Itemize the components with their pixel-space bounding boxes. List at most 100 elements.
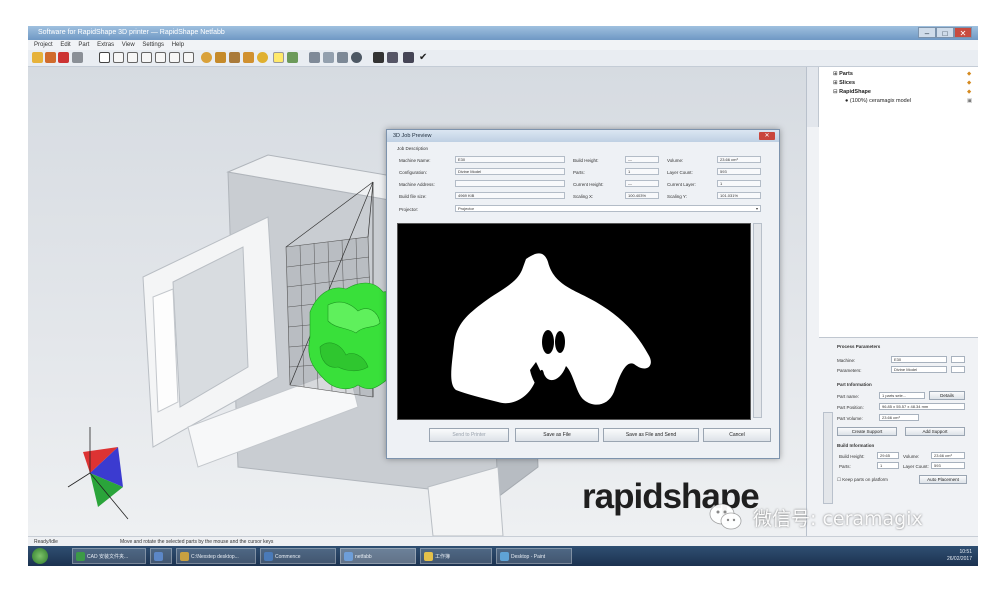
machine-label: Machine: (837, 358, 856, 363)
move-icon[interactable] (215, 52, 226, 63)
slice-icon[interactable] (387, 52, 398, 63)
menu-view[interactable]: View (122, 42, 135, 48)
highlight-tool-icon[interactable] (273, 52, 284, 63)
details-button[interactable]: Details (929, 391, 965, 400)
taskbar-item-workbook[interactable]: 工作簿 (420, 548, 492, 564)
machine-select[interactable]: E30 (891, 356, 947, 363)
view-top-icon[interactable] (169, 52, 180, 63)
current-height-field: — (625, 180, 659, 187)
send-to-printer-button[interactable]: Send to Printer (429, 428, 509, 442)
paint-icon (500, 552, 509, 561)
scaling-x-value: 100.403% (628, 193, 647, 198)
menu-part[interactable]: Part (78, 42, 89, 48)
scaling-y-value: 101.031% (720, 193, 739, 198)
build-file-size-label: Build file size: (399, 194, 427, 199)
netfabb-icon (344, 552, 353, 561)
view-left-icon[interactable] (141, 52, 152, 63)
parts-value: 1 (880, 463, 883, 468)
cancel-button[interactable]: Cancel (703, 428, 771, 442)
clock-time: 10:51 (959, 549, 972, 555)
scale-icon[interactable] (229, 52, 240, 63)
system-tray-clock[interactable]: 10:51 26/02/2017 (947, 549, 972, 563)
checkmark-icon[interactable]: ✔ (419, 52, 430, 63)
taskbar-item-paint[interactable]: Desktop - Paint (496, 548, 572, 564)
tree-parts[interactable]: ⊞ Parts (833, 71, 853, 77)
zoom-icon[interactable] (257, 52, 268, 63)
settings-icon[interactable] (72, 52, 83, 63)
part-volume-label: Part Volume: (837, 416, 863, 421)
layer-count-field: 593 (931, 462, 965, 469)
part-name-field[interactable]: 1 parts sele... (879, 392, 925, 399)
slices-status-icon: ◆ (967, 80, 972, 86)
open-project-icon[interactable] (45, 52, 56, 63)
tree-machine[interactable]: ⊟ RapidShape (833, 89, 871, 95)
tree-model[interactable]: ● (100%) ceramagix model (845, 98, 911, 104)
params-edit-button[interactable] (951, 366, 965, 373)
view-back-icon[interactable] (127, 52, 138, 63)
mirror-icon[interactable] (243, 52, 254, 63)
tree-slices[interactable]: ⊞ Slices (833, 80, 855, 86)
slice-hole-left (542, 330, 554, 354)
cut-icon[interactable] (309, 52, 320, 63)
print-icon[interactable] (403, 52, 414, 63)
watermark-text: 微信号: ceramagix (753, 508, 923, 530)
view-right-icon[interactable] (155, 52, 166, 63)
dialog-parts-value: 1 (628, 169, 631, 174)
part-position-value: 96.85 x 55.57 x 48.34 mm (882, 404, 929, 409)
new-project-icon[interactable] (32, 52, 43, 63)
slice-preview-image (451, 253, 651, 405)
menu-edit[interactable]: Edit (60, 42, 70, 48)
mesh-icon[interactable] (323, 52, 334, 63)
params-select-value: Divine Model (894, 367, 918, 372)
select-tool-icon[interactable] (99, 52, 110, 63)
add-support-button[interactable]: Add Support (905, 427, 965, 436)
taskbar-item-commence[interactable]: Commence (260, 548, 336, 564)
dialog-close-button[interactable]: ✕ (759, 132, 775, 140)
taskbar-item-netfabb-label: netfabb (355, 554, 372, 560)
view-front-icon[interactable] (113, 52, 124, 63)
taskbar-item-nexstep-label: C:\Nexstep desktop... (191, 554, 239, 560)
taskbar-item-commence-label: Commence (275, 554, 301, 560)
save-as-file-button[interactable]: Save as File (515, 428, 599, 442)
taskbar-item-cad[interactable]: CAD 安装文件夹... (72, 548, 146, 564)
menu-settings[interactable]: Settings (142, 42, 164, 48)
shading-icon[interactable] (351, 52, 362, 63)
close-window-button[interactable]: ✕ (954, 27, 972, 38)
keep-parts-checkbox[interactable]: ☐ Keep parts on platform (837, 477, 888, 483)
add-part-icon[interactable] (58, 52, 69, 63)
view-bottom-icon[interactable] (183, 52, 194, 63)
dialog-layer-count-label: Layer Count: (667, 170, 693, 175)
machine-edit-button[interactable] (951, 356, 965, 363)
taskbar-item-explorer[interactable] (150, 548, 172, 564)
auto-placement-button[interactable]: Auto Placement (919, 475, 967, 484)
maximize-button[interactable]: □ (936, 27, 954, 38)
printer-door-handle (152, 288, 179, 413)
preview-scrollbar[interactable] (753, 223, 762, 418)
measure-icon[interactable] (287, 52, 298, 63)
window-titlebar: Software for RapidShape 3D printer — Rap… (28, 26, 978, 40)
slice-preview[interactable] (397, 223, 751, 420)
menu-project[interactable]: Project (34, 42, 53, 48)
params-select[interactable]: Divine Model (891, 366, 947, 373)
taskbar-item-netfabb[interactable]: netfabb (340, 548, 416, 564)
save-and-send-button[interactable]: Save as File and Send (603, 428, 699, 442)
minimize-button[interactable]: – (918, 27, 936, 38)
part-volume-value: 23.66 cm³ (882, 415, 900, 420)
build-height-label: Build Height: (839, 454, 865, 459)
menu-extras[interactable]: Extras (97, 42, 114, 48)
machine-name-field: E30 (455, 156, 565, 163)
machine-select-value: E30 (894, 357, 902, 362)
analysis-icon[interactable] (337, 52, 348, 63)
panel-side-tab[interactable] (807, 67, 819, 127)
start-button[interactable] (32, 548, 48, 564)
taskbar-item-nexstep[interactable]: C:\Nexstep desktop... (176, 548, 256, 564)
projector-select[interactable]: Projector ▾ (455, 205, 761, 212)
menu-help[interactable]: Help (172, 42, 184, 48)
support-icon[interactable] (373, 52, 384, 63)
rotate-icon[interactable] (201, 52, 212, 63)
layer-count-value: 593 (934, 463, 941, 468)
app-icon (264, 552, 273, 561)
create-support-button[interactable]: Create Support (837, 427, 897, 436)
part-volume-field: 23.66 cm³ (879, 414, 919, 421)
panel-scrollbar[interactable] (823, 412, 833, 504)
